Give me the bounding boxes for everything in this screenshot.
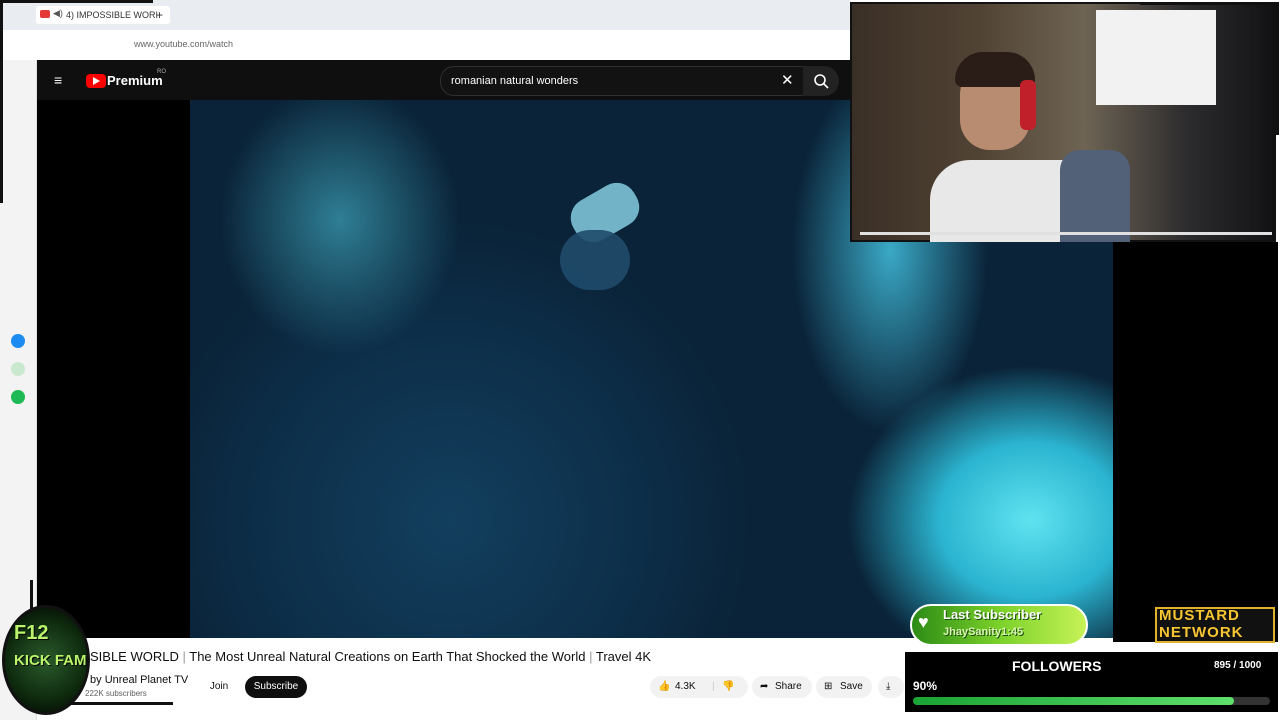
network-line2: NETWORK xyxy=(1159,624,1244,641)
new-tab-button[interactable]: + xyxy=(156,8,163,22)
messenger-icon[interactable] xyxy=(11,334,25,348)
network-line1: MUSTARD xyxy=(1159,607,1240,624)
download-icon: ⤓ xyxy=(886,681,891,692)
share-label: Share xyxy=(775,681,802,692)
followers-percent: 90% xyxy=(913,679,938,693)
video-title: SIBLE WORLD | The Most Unreal Natural Cr… xyxy=(90,649,652,664)
save-label: Save xyxy=(840,681,863,692)
share-button[interactable]: ➦ Share xyxy=(752,676,812,698)
title-main: The Most Unreal Natural Creations on Ear… xyxy=(189,649,586,664)
badge-line2: KICK FAM xyxy=(14,652,87,669)
followers-progress-fill xyxy=(913,697,1235,705)
streamer-jacket xyxy=(1060,150,1130,242)
dislike-icon[interactable]: 👎 xyxy=(722,676,734,698)
save-icon: ⊞ xyxy=(824,681,833,692)
overlay-frame-topleft xyxy=(0,0,153,203)
last-subscriber-label: Last Subscriber xyxy=(943,607,1042,622)
headset-icon xyxy=(1020,80,1036,130)
subscribe-button[interactable]: Subscribe xyxy=(245,676,307,698)
badge-line1: F12 xyxy=(14,622,49,644)
followers-count: 895 / 1000 xyxy=(1214,660,1262,671)
whatsapp-icon[interactable] xyxy=(11,362,25,376)
last-subscriber-name: JhaySanity1:45 xyxy=(943,626,1024,638)
heart-icon: ♥ xyxy=(918,612,929,632)
clear-search-icon[interactable]: ✕ xyxy=(781,71,794,89)
followers-label: FOLLOWERS xyxy=(1012,658,1102,674)
join-button[interactable]: Join xyxy=(203,677,235,697)
share-icon: ➦ xyxy=(760,681,769,692)
region-code: RO xyxy=(157,69,166,75)
save-button[interactable]: ⊞ Save xyxy=(816,676,872,698)
search-button[interactable] xyxy=(803,66,839,96)
search-query: romanian natural wonders xyxy=(451,75,579,87)
diver xyxy=(560,230,630,290)
webcam-border-line xyxy=(860,232,1272,235)
like-icon[interactable]: 👍 xyxy=(658,676,670,698)
like-count[interactable]: 4.3K xyxy=(675,676,696,698)
search-icon xyxy=(814,74,829,89)
more-actions-button[interactable]: ⤓ xyxy=(878,676,904,698)
overlay-frame-topright xyxy=(1140,2,1279,135)
spotify-icon[interactable] xyxy=(11,390,25,404)
video-side-letterbox xyxy=(1113,242,1278,642)
search-input[interactable]: romanian natural wonders xyxy=(440,66,804,96)
like-dislike-group: 👍 4.3K | 👎 xyxy=(650,676,748,698)
title-suffix: Travel 4K xyxy=(595,649,652,664)
